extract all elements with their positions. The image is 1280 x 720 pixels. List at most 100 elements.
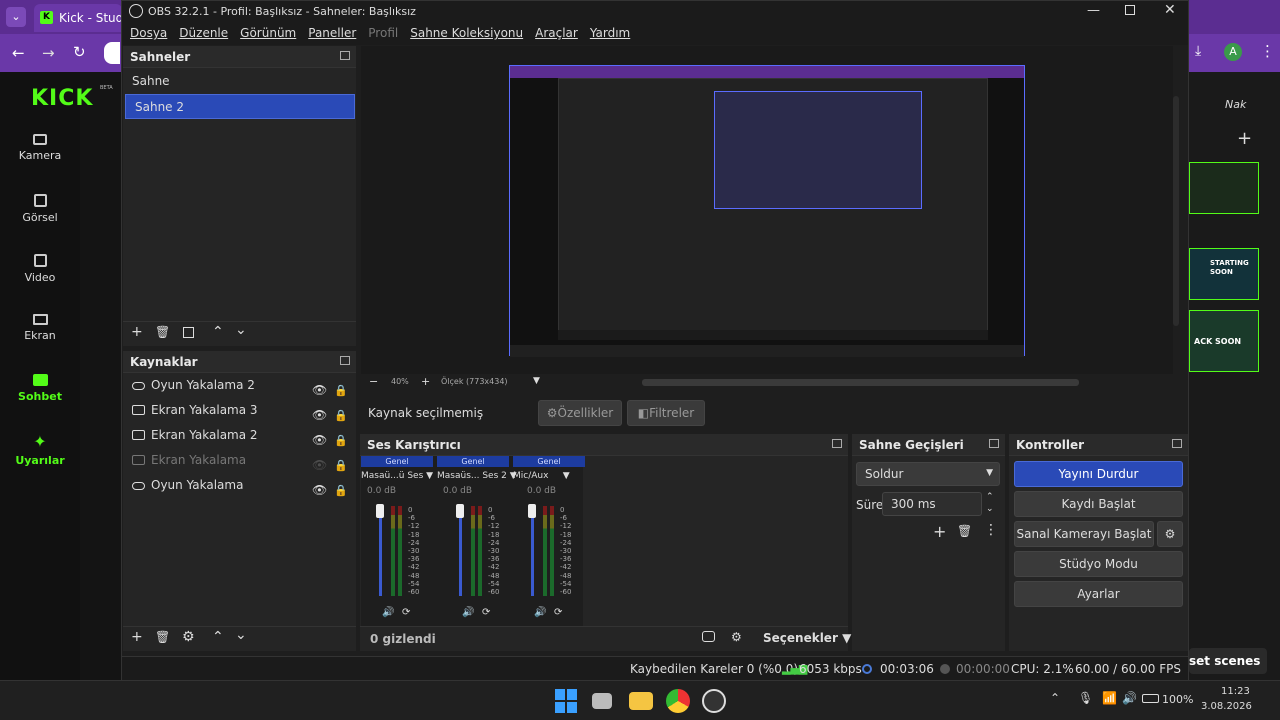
undock-icon[interactable]: [989, 439, 999, 448]
scene-thumb[interactable]: [1189, 162, 1259, 214]
maximize-icon[interactable]: [1125, 5, 1135, 15]
chrome-icon[interactable]: [666, 689, 690, 713]
forward-icon[interactable]: →: [42, 44, 55, 62]
scene-thumb[interactable]: ACK SOON: [1189, 310, 1259, 372]
reset-scenes-button[interactable]: set scenes: [1189, 648, 1267, 674]
spin-up-icon[interactable]: ⌃: [986, 492, 994, 502]
options-dropdown[interactable]: Seçenekler ▼: [763, 631, 851, 645]
spin-down-icon[interactable]: ⌄: [986, 504, 994, 514]
volume-slider[interactable]: [379, 506, 382, 596]
start-icon[interactable]: [555, 689, 577, 713]
minimize-icon[interactable]: —: [1087, 3, 1100, 18]
virtual-camera-button[interactable]: Sanal Kamerayı Başlat: [1014, 521, 1154, 547]
add-icon[interactable]: +: [1237, 128, 1252, 149]
add-icon[interactable]: +: [131, 629, 143, 645]
volume-knob[interactable]: [456, 504, 464, 518]
source-item[interactable]: Oyun Yakalama 2 👁 🔒: [123, 373, 356, 398]
undock-icon[interactable]: [832, 439, 842, 448]
settings-button[interactable]: Ayarlar: [1014, 581, 1183, 607]
menu-gorunum[interactable]: Görünüm: [234, 23, 302, 43]
task-view-icon[interactable]: [592, 693, 612, 709]
back-icon[interactable]: ←: [12, 44, 25, 62]
preview-area[interactable]: [361, 46, 1179, 374]
mic-icon[interactable]: [104, 42, 120, 64]
wifi-icon[interactable]: 📶: [1102, 691, 1117, 705]
menu-icon[interactable]: ⋮: [1260, 42, 1275, 60]
trash-icon[interactable]: 🗑: [957, 524, 972, 538]
gear-icon[interactable]: ⚙: [182, 629, 195, 645]
trash-icon[interactable]: 🗑: [155, 325, 170, 339]
menu-profil[interactable]: Profil: [362, 23, 404, 43]
nav-sohbet[interactable]: Sohbet: [0, 374, 80, 403]
channel-settings-icon[interactable]: ⟳: [402, 607, 410, 618]
source-item[interactable]: Oyun Yakalama 👁 🔒: [123, 473, 356, 498]
volume-knob[interactable]: [376, 504, 384, 518]
properties-button[interactable]: ⚙Özellikler: [538, 400, 622, 426]
speaker-icon[interactable]: 🔊: [462, 607, 474, 618]
zoom-out-icon[interactable]: −: [369, 375, 378, 388]
menu-araclar[interactable]: Araçlar: [529, 23, 584, 43]
undock-icon[interactable]: [1172, 439, 1182, 448]
channel-name-select[interactable]: Mic/Aux ▼: [513, 471, 585, 481]
close-icon[interactable]: ✕: [1164, 2, 1176, 18]
chevron-down-icon[interactable]: ▼: [533, 376, 540, 386]
add-icon[interactable]: +: [131, 324, 143, 340]
menu-yardim[interactable]: Yardım: [584, 23, 636, 43]
reload-icon[interactable]: ↻: [73, 43, 86, 61]
duration-input[interactable]: 300 ms: [882, 492, 982, 516]
nav-uyarilar[interactable]: ✦ Uyarılar: [0, 434, 80, 468]
nav-video[interactable]: Video: [0, 254, 80, 284]
scale-select[interactable]: Ölçek (773x434): [441, 377, 508, 386]
menu-dosya[interactable]: Dosya: [124, 23, 173, 43]
file-explorer-icon[interactable]: [629, 692, 653, 710]
more-icon[interactable]: ⋮: [984, 522, 998, 538]
mic-icon[interactable]: 🎙: [1078, 691, 1093, 705]
visibility-icon[interactable]: 👁: [312, 478, 327, 503]
channel-settings-icon[interactable]: ⟳: [554, 607, 562, 618]
volume-icon[interactable]: 🔊: [1122, 691, 1137, 705]
lock-icon[interactable]: 🔒: [334, 478, 348, 503]
trash-icon[interactable]: 🗑: [155, 630, 170, 644]
channel-name-select[interactable]: Masaüs... Ses 2 ▼: [437, 471, 517, 481]
tray-overflow-icon[interactable]: ⌃: [1050, 691, 1060, 705]
start-recording-button[interactable]: Kaydı Başlat: [1014, 491, 1183, 517]
filter-icon[interactable]: [183, 327, 194, 338]
horizontal-scrollbar[interactable]: [642, 379, 1079, 386]
undock-icon[interactable]: [340, 51, 350, 60]
move-up-icon[interactable]: ⌃: [212, 324, 224, 340]
advanced-audio-icon[interactable]: ⚙: [731, 630, 742, 644]
nav-kamera[interactable]: Kamera: [0, 134, 80, 162]
stop-stream-button[interactable]: Yayını Durdur: [1014, 461, 1183, 487]
transition-select[interactable]: Soldur ▼: [856, 462, 1000, 486]
menu-paneller[interactable]: Paneller: [302, 23, 362, 43]
preview-scrollbar[interactable]: [1173, 96, 1179, 326]
menu-duzenle[interactable]: Düzenle: [173, 23, 234, 43]
obs-icon[interactable]: [702, 689, 726, 713]
scene-item[interactable]: Sahne: [123, 69, 356, 94]
speaker-icon[interactable]: 🔊: [382, 607, 394, 618]
profile-avatar[interactable]: A: [1224, 43, 1242, 61]
download-icon[interactable]: ⤓: [1195, 43, 1201, 59]
move-up-icon[interactable]: ⌃: [212, 629, 224, 645]
move-down-icon[interactable]: ⌄: [235, 322, 247, 338]
source-item[interactable]: Ekran Yakalama 2 👁 🔒: [123, 423, 356, 448]
studio-mode-button[interactable]: Stüdyo Modu: [1014, 551, 1183, 577]
volume-slider[interactable]: [459, 506, 462, 596]
kick-logo[interactable]: KICK: [31, 86, 93, 111]
menu-sahne-koleksiyonu[interactable]: Sahne Koleksiyonu: [404, 23, 529, 43]
source-item[interactable]: Ekran Yakalama 3 👁 🔒: [123, 398, 356, 423]
scene-item-selected[interactable]: Sahne 2: [125, 94, 355, 119]
clock-time[interactable]: 11:23: [1221, 686, 1250, 697]
nav-ekran[interactable]: Ekran: [0, 314, 80, 342]
scene-thumb[interactable]: STARTING SOON: [1189, 248, 1259, 300]
preview-canvas[interactable]: [509, 65, 1025, 357]
tab-list-button[interactable]: ⌄: [6, 7, 26, 27]
filters-button[interactable]: ◧Filtreler: [627, 400, 705, 426]
browser-tab[interactable]: K Kick - Studio: [34, 4, 134, 32]
battery-icon[interactable]: [1142, 694, 1159, 703]
nav-gorsel[interactable]: Görsel: [0, 194, 80, 224]
channel-settings-icon[interactable]: ⟳: [482, 607, 490, 618]
virtual-camera-settings-button[interactable]: ⚙: [1157, 521, 1183, 547]
volume-knob[interactable]: [528, 504, 536, 518]
source-item-hidden[interactable]: Ekran Yakalama 👁 🔒: [123, 448, 356, 473]
